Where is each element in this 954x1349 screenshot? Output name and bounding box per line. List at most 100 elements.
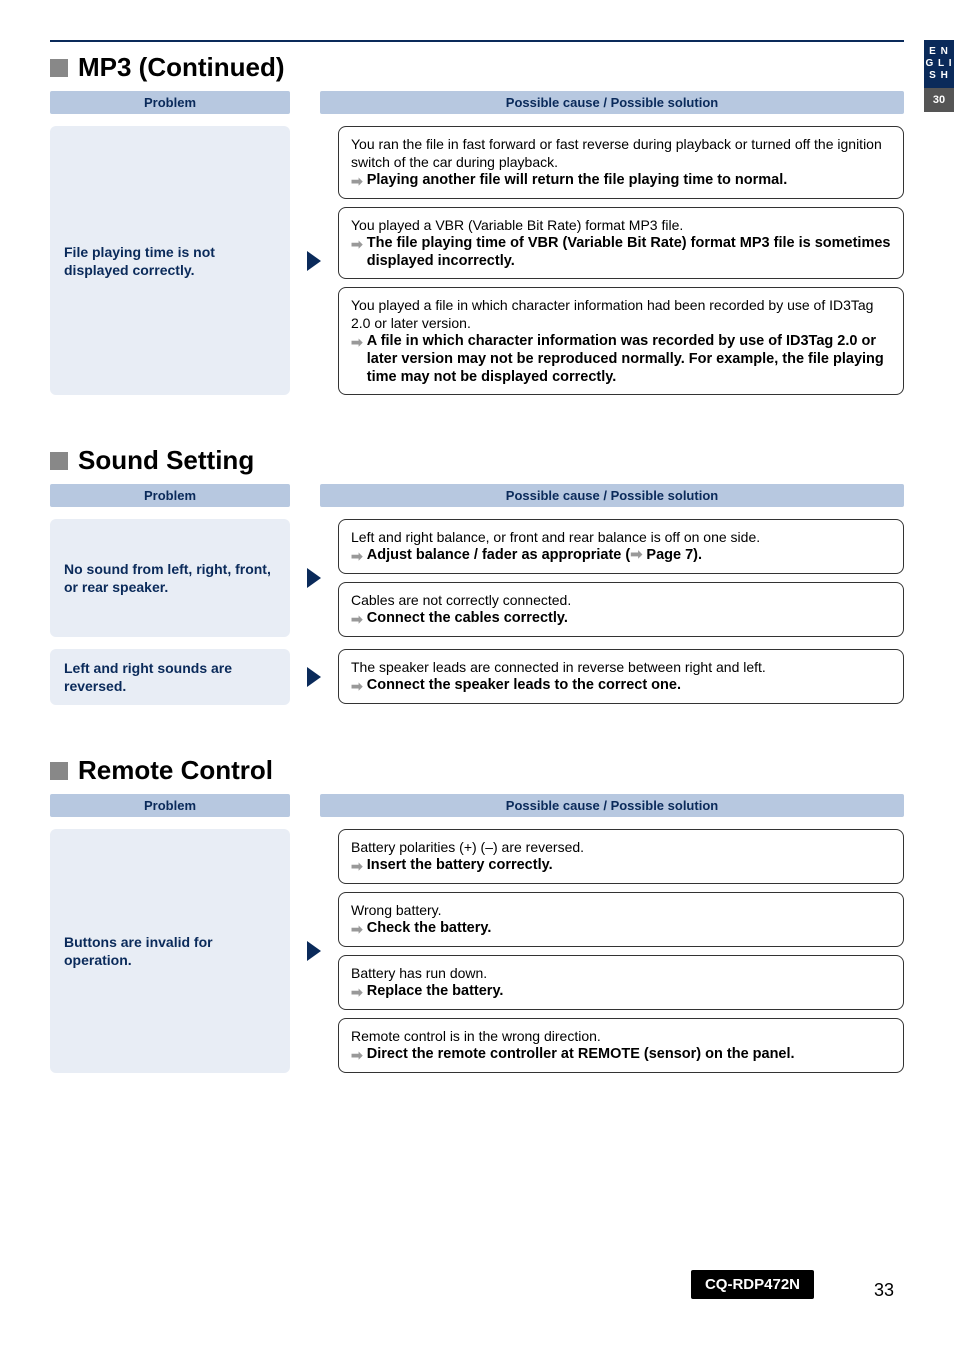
solution-header: Possible cause / Possible solution xyxy=(320,91,904,114)
solution-action: The file playing time of VBR (Variable B… xyxy=(367,234,891,270)
solution-box: You played a file in which character inf… xyxy=(338,287,904,395)
action-arrow-icon: ➡ xyxy=(351,234,363,253)
solution-box: You ran the file in fast forward or fast… xyxy=(338,126,904,199)
solution-action-row: ➡Playing another file will return the fi… xyxy=(351,171,891,190)
solutions-column: The speaker leads are connected in rever… xyxy=(338,649,904,705)
section-bullet-icon xyxy=(50,59,68,77)
section-number-label: 30 xyxy=(924,88,954,112)
language-side-tab: E N G L I S H 30 xyxy=(924,40,954,112)
solution-box: Battery polarities (+) (–) are reversed.… xyxy=(338,829,904,884)
solution-box: Wrong battery.➡Check the battery. xyxy=(338,892,904,947)
solution-box: You played a VBR (Variable Bit Rate) for… xyxy=(338,207,904,279)
troubleshooting-row: No sound from left, right, front, or rea… xyxy=(50,519,904,637)
troubleshooting-section: Remote Control Problem Possible cause / Po… xyxy=(50,755,904,1073)
triangle-right-icon xyxy=(307,251,321,271)
solution-action: Connect the cables correctly. xyxy=(367,609,568,627)
solution-cause: You played a file in which character inf… xyxy=(351,296,891,332)
solution-action: Playing another file will return the fil… xyxy=(367,171,788,189)
solution-action-row: ➡The file playing time of VBR (Variable … xyxy=(351,234,891,270)
solution-action-row: ➡Insert the battery correctly. xyxy=(351,856,891,875)
solution-action: Replace the battery. xyxy=(367,982,504,1000)
arrow-column xyxy=(304,649,324,705)
solution-cause: You ran the file in fast forward or fast… xyxy=(351,135,891,171)
problem-box: No sound from left, right, front, or rea… xyxy=(50,519,290,637)
problem-header: Problem xyxy=(50,794,290,817)
page-ref-arrow-icon: ➡ xyxy=(630,547,642,563)
arrow-column xyxy=(304,126,324,395)
problem-header: Problem xyxy=(50,91,290,114)
problem-text: Buttons are invalid for operation. xyxy=(64,933,276,969)
troubleshooting-row: File playing time is not displayed corre… xyxy=(50,126,904,395)
column-headers: Problem Possible cause / Possible solutio… xyxy=(50,794,904,817)
problem-box: File playing time is not displayed corre… xyxy=(50,126,290,395)
action-arrow-icon: ➡ xyxy=(351,1045,363,1064)
problem-text: No sound from left, right, front, or rea… xyxy=(64,560,276,596)
action-arrow-icon: ➡ xyxy=(351,982,363,1001)
solution-action: A file in which character information wa… xyxy=(367,332,891,386)
section-title: Remote Control xyxy=(78,755,273,786)
solutions-column: Battery polarities (+) (–) are reversed.… xyxy=(338,829,904,1073)
solution-cause: You played a VBR (Variable Bit Rate) for… xyxy=(351,216,891,234)
section-title-row: Remote Control xyxy=(50,755,904,786)
action-arrow-icon: ➡ xyxy=(351,856,363,875)
troubleshooting-section: Sound Setting Problem Possible cause / Pos… xyxy=(50,445,904,705)
troubleshooting-section: MP3 (Continued) Problem Possible cause / P… xyxy=(50,52,904,395)
solution-box: Left and right balance, or front and rea… xyxy=(338,519,904,574)
action-arrow-icon: ➡ xyxy=(351,332,363,351)
action-arrow-icon: ➡ xyxy=(351,676,363,695)
section-title: Sound Setting xyxy=(78,445,254,476)
language-label: E N G L I S H xyxy=(924,40,954,88)
action-arrow-icon: ➡ xyxy=(351,609,363,628)
troubleshooting-row: Left and right sounds are reversed. The s… xyxy=(50,649,904,705)
problem-header: Problem xyxy=(50,484,290,507)
column-headers: Problem Possible cause / Possible solutio… xyxy=(50,484,904,507)
action-arrow-icon: ➡ xyxy=(351,919,363,938)
section-title-row: Sound Setting xyxy=(50,445,904,476)
solution-header: Possible cause / Possible solution xyxy=(320,794,904,817)
model-number-badge: CQ-RDP472N xyxy=(691,1270,814,1299)
solution-action-row: ➡Check the battery. xyxy=(351,919,891,938)
section-bullet-icon xyxy=(50,452,68,470)
solution-cause: Battery polarities (+) (–) are reversed. xyxy=(351,838,891,856)
solution-action: Connect the speaker leads to the correct… xyxy=(367,676,681,694)
arrow-column xyxy=(304,829,324,1073)
troubleshooting-row: Buttons are invalid for operation. Batter… xyxy=(50,829,904,1073)
solution-cause: Left and right balance, or front and rea… xyxy=(351,528,891,546)
action-arrow-icon: ➡ xyxy=(351,171,363,190)
solution-header: Possible cause / Possible solution xyxy=(320,484,904,507)
solutions-column: You ran the file in fast forward or fast… xyxy=(338,126,904,395)
solution-action-row: ➡Replace the battery. xyxy=(351,982,891,1001)
solution-action: Direct the remote controller at REMOTE (… xyxy=(367,1045,795,1063)
solutions-column: Left and right balance, or front and rea… xyxy=(338,519,904,637)
problem-box: Left and right sounds are reversed. xyxy=(50,649,290,705)
solution-cause: Remote control is in the wrong direction… xyxy=(351,1027,891,1045)
solution-action-row: ➡A file in which character information w… xyxy=(351,332,891,386)
solution-action-row: ➡Connect the cables correctly. xyxy=(351,609,891,628)
triangle-right-icon xyxy=(307,941,321,961)
triangle-right-icon xyxy=(307,568,321,588)
solution-box: Battery has run down.➡Replace the batter… xyxy=(338,955,904,1010)
solution-cause: Battery has run down. xyxy=(351,964,891,982)
solution-cause: Cables are not correctly connected. xyxy=(351,591,891,609)
solution-cause: The speaker leads are connected in rever… xyxy=(351,658,891,676)
solution-action-row: ➡Connect the speaker leads to the correc… xyxy=(351,676,891,695)
solution-action: Insert the battery correctly. xyxy=(367,856,553,874)
action-arrow-icon: ➡ xyxy=(351,546,363,565)
column-headers: Problem Possible cause / Possible solutio… xyxy=(50,91,904,114)
solution-action: Adjust balance / fader as appropriate (➡… xyxy=(367,546,702,564)
solution-box: The speaker leads are connected in rever… xyxy=(338,649,904,704)
solution-action: Check the battery. xyxy=(367,919,492,937)
section-bullet-icon xyxy=(50,762,68,780)
section-title-row: MP3 (Continued) xyxy=(50,52,904,83)
triangle-right-icon xyxy=(307,667,321,687)
top-rule xyxy=(50,40,904,42)
page-number: 33 xyxy=(874,1280,894,1301)
solution-box: Remote control is in the wrong direction… xyxy=(338,1018,904,1073)
section-title: MP3 (Continued) xyxy=(78,52,285,83)
solution-action-row: ➡Direct the remote controller at REMOTE … xyxy=(351,1045,891,1064)
problem-box: Buttons are invalid for operation. xyxy=(50,829,290,1073)
solution-action-row: ➡Adjust balance / fader as appropriate (… xyxy=(351,546,891,565)
arrow-column xyxy=(304,519,324,637)
solution-cause: Wrong battery. xyxy=(351,901,891,919)
solution-box: Cables are not correctly connected.➡Conn… xyxy=(338,582,904,637)
